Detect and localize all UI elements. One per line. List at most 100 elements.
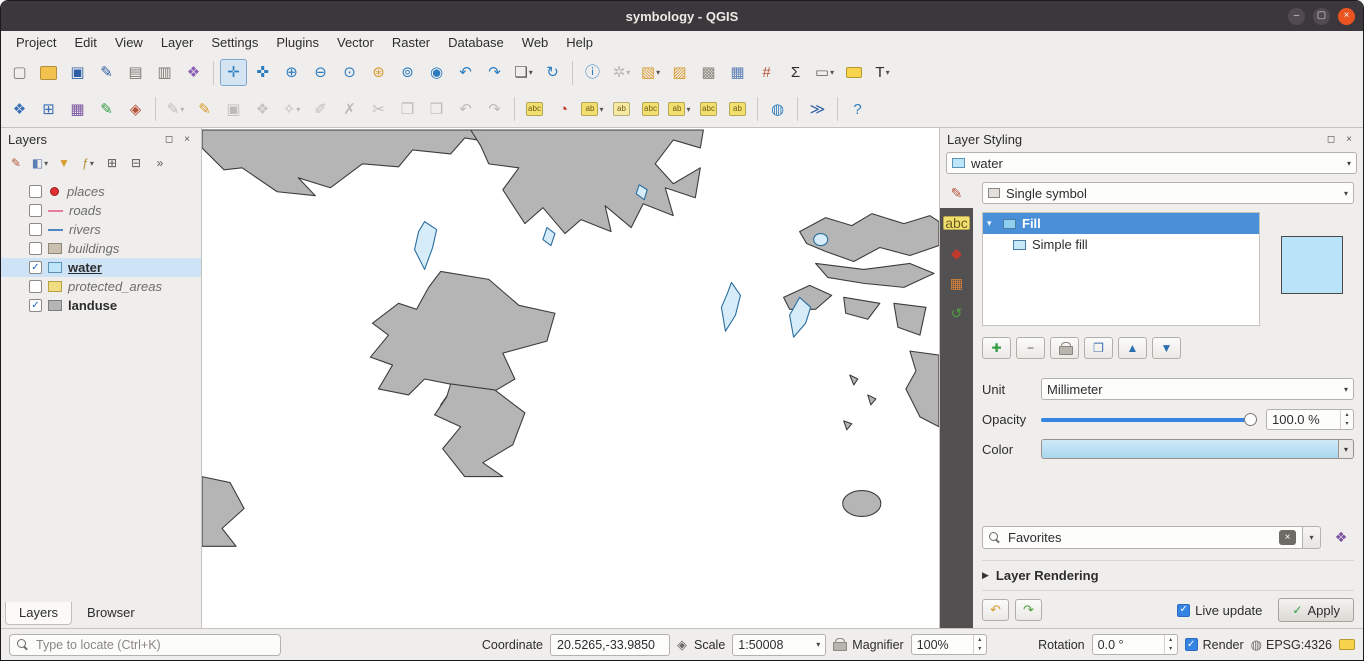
layer-visibility-checkbox[interactable] — [29, 280, 42, 293]
undo-style-button[interactable]: ↶ — [982, 599, 1009, 621]
spin-down-icon[interactable]: ▾ — [974, 645, 986, 655]
remove-symbol-layer-button[interactable]: − — [1016, 337, 1045, 359]
messages-icon[interactable] — [1339, 639, 1355, 650]
zoom-out-button[interactable]: ⊖ — [307, 59, 334, 86]
open-data-source-manager-button[interactable]: ❖ — [6, 96, 33, 123]
opacity-spin[interactable]: 100.0 % ▴ ▾ — [1266, 409, 1354, 430]
move-label-button[interactable]: abc — [637, 96, 664, 123]
menu-item-edit[interactable]: Edit — [65, 32, 105, 53]
magnifier-spin[interactable]: 100% ▴ ▾ — [911, 634, 987, 655]
measure-button[interactable]: ▭▾ — [811, 59, 838, 86]
help-contents-button[interactable]: ? — [844, 96, 871, 123]
layer-row-rivers[interactable]: rivers — [1, 220, 201, 239]
extents-icon[interactable]: ◈ — [677, 637, 687, 653]
toggle-labels-visibility-button[interactable]: ab — [724, 96, 751, 123]
field-calculator-button[interactable]: # — [753, 59, 780, 86]
tab-browser[interactable]: Browser — [74, 602, 148, 624]
menu-item-help[interactable]: Help — [557, 32, 602, 53]
layer-visibility-checkbox[interactable] — [29, 223, 42, 236]
add-feature-button[interactable]: ❖ — [249, 96, 276, 123]
save-project-as-button[interactable]: ✎ — [93, 59, 120, 86]
vertex-tool-button[interactable]: ✧▾ — [278, 96, 305, 123]
zoom-full-button[interactable]: ⊛ — [365, 59, 392, 86]
map-canvas[interactable] — [202, 128, 939, 628]
redo-button[interactable]: ↷ — [481, 96, 508, 123]
layer-row-roads[interactable]: roads — [1, 201, 201, 220]
coordinate-input[interactable]: 20.5265,-33.9850 — [550, 634, 670, 656]
layer-visibility-checkbox[interactable]: ✓ — [29, 299, 42, 312]
new-virtual-layer-button[interactable]: ◈ — [122, 96, 149, 123]
filter-legend-by-expression-button[interactable]: ƒ▾ — [77, 152, 99, 174]
metasearch-button[interactable]: ◍ — [764, 96, 791, 123]
style-manager-icon[interactable]: ❖ — [1328, 526, 1354, 549]
lock-symbol-color-button[interactable] — [1050, 337, 1079, 359]
statistical-summary-button[interactable]: Σ — [782, 59, 809, 86]
zoom-to-selection-button[interactable]: ⊚ — [394, 59, 421, 86]
show-layout-manager-button[interactable]: ▥ — [151, 59, 178, 86]
crs-status[interactable]: ◍ EPSG:4326 — [1251, 637, 1332, 653]
open-layer-styling-panel-button[interactable]: ✎ — [5, 152, 27, 174]
redo-style-button[interactable]: ↷ — [1015, 599, 1042, 621]
zoom-to-layer-button[interactable]: ◉ — [423, 59, 450, 86]
manage-map-themes-button[interactable]: ◧▾ — [29, 152, 51, 174]
style-manager-button[interactable]: ❖ — [180, 59, 207, 86]
layer-visibility-checkbox[interactable] — [29, 185, 42, 198]
spin-down-icon[interactable]: ▾ — [1341, 420, 1353, 430]
menu-item-database[interactable]: Database — [439, 32, 513, 53]
menu-item-view[interactable]: View — [106, 32, 152, 53]
paste-features-button[interactable]: ❒ — [423, 96, 450, 123]
run-feature-action-button[interactable]: ✲▾ — [608, 59, 635, 86]
diagrams-tab[interactable]: ▦ — [940, 268, 973, 298]
layer-labeling-options-button[interactable]: abc — [521, 96, 548, 123]
save-layer-edits-button[interactable]: ▣ — [220, 96, 247, 123]
zoom-native-button[interactable]: ⊙ — [336, 59, 363, 86]
apply-button[interactable]: ✓ Apply — [1278, 598, 1354, 622]
layer-row-buildings[interactable]: buildings — [1, 239, 201, 258]
layer-visibility-checkbox[interactable]: ✓ — [29, 261, 42, 274]
close-button[interactable]: × — [1338, 8, 1355, 25]
zoom-in-button[interactable]: ⊕ — [278, 59, 305, 86]
collapse-all-button[interactable]: ⊟ — [125, 152, 147, 174]
layer-row-water[interactable]: ✓water — [1, 258, 201, 277]
menu-item-settings[interactable]: Settings — [202, 32, 267, 53]
lock-scale-icon[interactable] — [833, 638, 845, 651]
zoom-last-button[interactable]: ↶ — [452, 59, 479, 86]
symbol-node-simple-fill[interactable]: Simple fill — [983, 234, 1259, 255]
opacity-slider[interactable] — [1041, 411, 1257, 429]
menu-item-vector[interactable]: Vector — [328, 32, 383, 53]
delete-selected-button[interactable]: ✗ — [336, 96, 363, 123]
python-console-button[interactable]: ≫ — [804, 96, 831, 123]
text-annotation-button[interactable]: T▾ — [869, 59, 896, 86]
new-shapefile-layer-button[interactable]: ✎ — [93, 96, 120, 123]
deselect-features-button[interactable]: ▩ — [695, 59, 722, 86]
change-label-properties-button[interactable]: abc — [695, 96, 722, 123]
menu-item-layer[interactable]: Layer — [152, 32, 203, 53]
layer-rendering-section[interactable]: ▶ Layer Rendering — [982, 560, 1354, 590]
chevron-down-icon[interactable]: ▾ — [1338, 440, 1353, 458]
select-by-value-button[interactable]: ▨ — [666, 59, 693, 86]
layer-visibility-checkbox[interactable] — [29, 204, 42, 217]
tab-layers[interactable]: Layers — [5, 602, 72, 625]
panel-overflow-button[interactable]: » — [149, 152, 171, 174]
layer-row-places[interactable]: places — [1, 182, 201, 201]
map-tips-button[interactable] — [840, 59, 867, 86]
menu-item-raster[interactable]: Raster — [383, 32, 439, 53]
layer-row-landuse[interactable]: ✓landuse — [1, 296, 201, 315]
maximize-button[interactable]: ▢ — [1313, 8, 1330, 25]
menu-item-plugins[interactable]: Plugins — [267, 32, 328, 53]
symbol-filter-dropdown[interactable]: ▾ — [1303, 526, 1321, 549]
add-vector-layer-button[interactable]: ⊞ — [35, 96, 62, 123]
3d-view-tab[interactable]: ◆ — [940, 238, 973, 268]
unit-combo[interactable]: Millimeter ▾ — [1041, 378, 1354, 400]
tree-expand-icon[interactable]: ▾ — [987, 218, 997, 229]
add-raster-layer-button[interactable]: ▦ — [64, 96, 91, 123]
move-symbol-down-button[interactable]: ▼ — [1152, 337, 1181, 359]
select-features-button[interactable]: ▧▾ — [637, 59, 664, 86]
menu-item-project[interactable]: Project — [7, 32, 65, 53]
locate-search-input[interactable]: Type to locate (Ctrl+K) — [9, 634, 281, 656]
duplicate-symbol-layer-button[interactable]: ❐ — [1084, 337, 1113, 359]
close-panel-icon[interactable]: × — [180, 132, 194, 146]
render-checkbox[interactable]: ✓ Render — [1185, 638, 1244, 652]
copy-features-button[interactable]: ❐ — [394, 96, 421, 123]
open-project-button[interactable] — [35, 59, 62, 86]
